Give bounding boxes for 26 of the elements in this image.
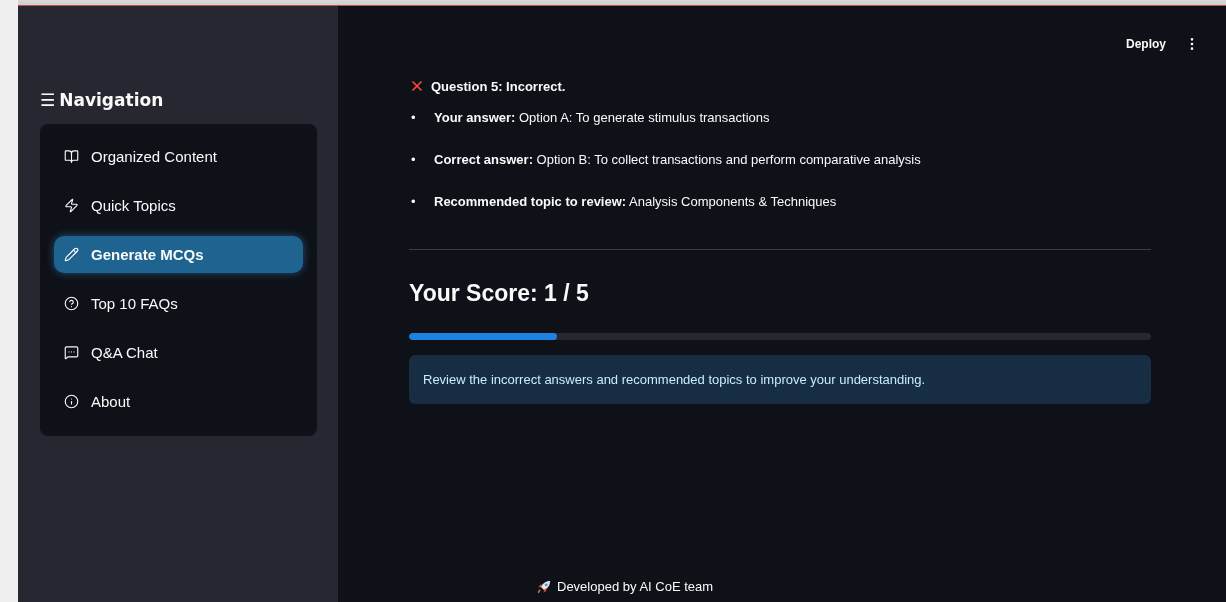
chat-icon bbox=[64, 345, 79, 360]
info-message: Review the incorrect answers and recommended topics to improve your understanding. bbox=[409, 355, 1151, 404]
sidebar-title: Navigation bbox=[59, 90, 164, 110]
nav-item[interactable]: Organized Content bbox=[54, 138, 303, 175]
book-icon bbox=[64, 149, 79, 164]
info-icon bbox=[64, 394, 79, 409]
score-heading: Your Score: 1 / 5 bbox=[409, 280, 590, 307]
nav-item[interactable]: Generate MCQs bbox=[54, 236, 303, 273]
nav-item[interactable]: Q&A Chat bbox=[54, 334, 303, 371]
deploy-button[interactable]: Deploy bbox=[1122, 33, 1170, 55]
lightning-icon bbox=[64, 198, 79, 213]
question-icon bbox=[64, 296, 79, 311]
nav-item[interactable]: Top 10 FAQs bbox=[54, 285, 303, 322]
bullet-mark: • bbox=[411, 151, 417, 169]
rocket-icon bbox=[537, 579, 551, 594]
bullet-mark: • bbox=[411, 193, 417, 211]
menu-icon: ☰ bbox=[40, 90, 56, 110]
answer-detail: Your answer: Option A: To generate stimulus transactions bbox=[434, 109, 770, 127]
footer-text: Developed by AI CoE team bbox=[557, 579, 714, 594]
question-result: Question 5: Incorrect. bbox=[431, 78, 566, 94]
nav-item[interactable]: Quick Topics bbox=[54, 187, 303, 224]
pencil-icon bbox=[64, 247, 79, 262]
answer-detail: Correct answer: Option B: To collect transactions and perform comparative analysis bbox=[434, 151, 921, 169]
answer-detail: Recommended topic to review: Analysis Components & Techniques bbox=[434, 193, 837, 211]
bullet-mark: • bbox=[411, 109, 417, 127]
nav-item[interactable]: About bbox=[54, 383, 303, 420]
